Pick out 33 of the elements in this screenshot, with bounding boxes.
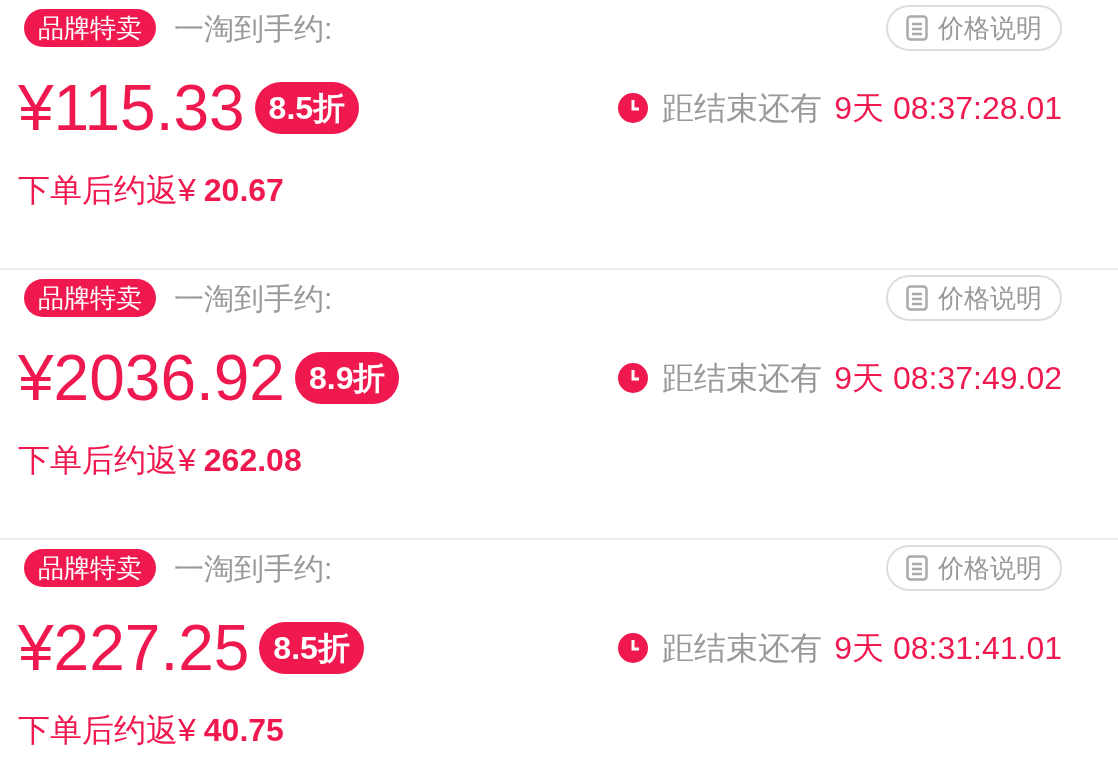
clock-icon: [618, 93, 649, 123]
countdown: 9天 08:37:28.01: [834, 89, 1062, 128]
rebate-amount: 40.75: [203, 711, 284, 750]
document-icon: [906, 15, 928, 41]
brand-sale-badge: 品牌特卖: [24, 9, 156, 47]
rebate-amount: 262.08: [203, 441, 302, 480]
rebate-label: 下单后约返¥: [18, 441, 196, 480]
brand-sale-badge: 品牌特卖: [24, 279, 156, 317]
clock-icon: [618, 633, 649, 663]
price: ¥2036.92: [18, 346, 285, 410]
rebate-amount: 20.67: [203, 171, 284, 210]
price-label: 一淘到手约:: [174, 550, 333, 587]
clock-icon: [618, 363, 649, 393]
rebate-label: 下单后约返¥: [18, 171, 196, 210]
price-label: 一淘到手约:: [174, 10, 333, 47]
brand-sale-badge: 品牌特卖: [24, 549, 156, 587]
price: ¥227.25: [18, 616, 250, 680]
discount-badge: 8.5折: [254, 82, 360, 134]
discount-badge: 8.9折: [294, 352, 400, 404]
countdown-label: 距结束还有: [662, 629, 823, 668]
discount-badge: 8.5折: [259, 622, 364, 674]
price-label: 一淘到手约:: [174, 280, 333, 317]
countdown: 9天 08:37:49.02: [834, 359, 1062, 398]
countdown-label: 距结束还有: [662, 359, 823, 398]
price-note-button[interactable]: 价格说明: [886, 275, 1062, 321]
price-note-button[interactable]: 价格说明: [886, 545, 1062, 591]
rebate-label: 下单后约返¥: [18, 711, 196, 750]
document-icon: [906, 555, 928, 581]
countdown-label: 距结束还有: [662, 89, 823, 128]
document-icon: [906, 285, 928, 311]
price: ¥115.33: [18, 76, 245, 140]
price-note-button[interactable]: 价格说明: [886, 5, 1062, 51]
countdown: 9天 08:31:41.01: [834, 629, 1062, 668]
